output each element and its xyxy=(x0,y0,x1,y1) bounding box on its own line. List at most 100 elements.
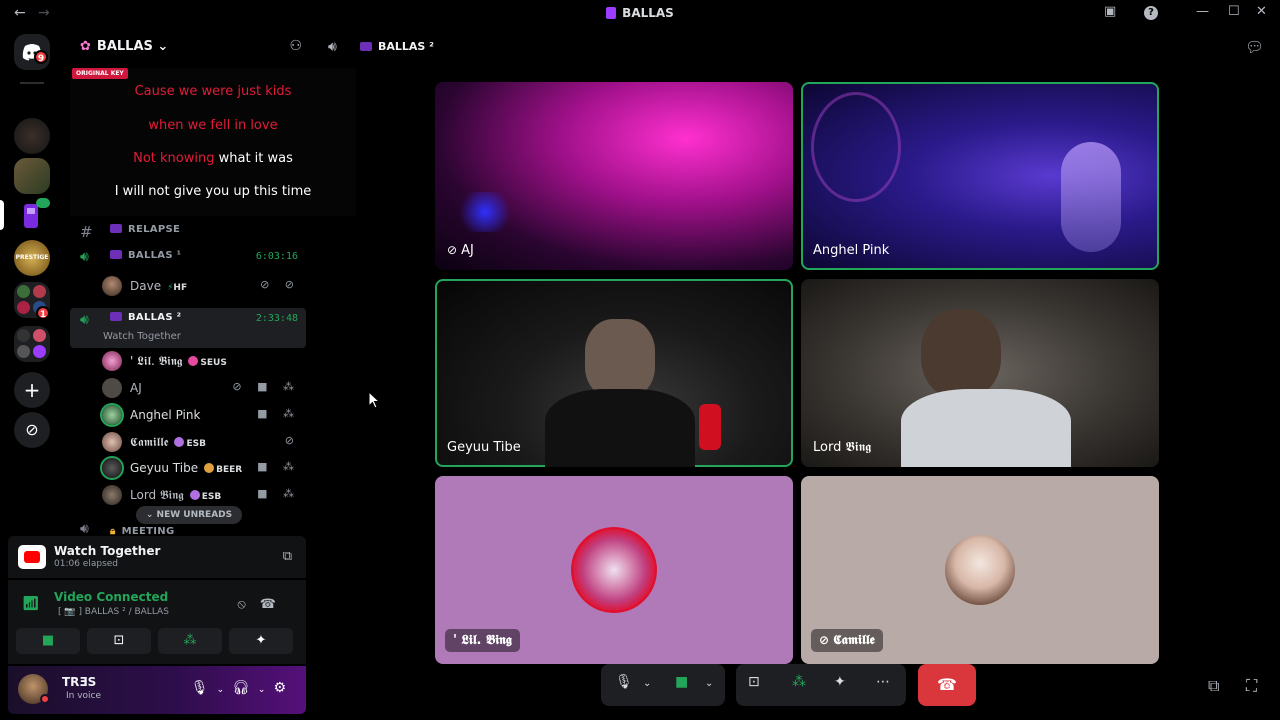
discover-button[interactable]: ⊘ xyxy=(14,412,50,448)
activity-elapsed: 01:06 elapsed xyxy=(54,559,119,569)
selected-server-pill xyxy=(0,200,4,230)
mic-icon: 🎙︎ xyxy=(190,680,217,696)
voice-user-camille[interactable]: 𝕮𝖆𝖒𝖎𝖑𝖑𝖊 ESB ⊘ xyxy=(102,430,306,454)
voice-user-name: Lord 𝕭𝖎𝖓𝖌 ESB xyxy=(130,488,222,502)
channel-timer: 6:03:16 xyxy=(255,251,298,262)
new-unreads-button[interactable]: ⌄ NEW UNREADS xyxy=(136,506,242,524)
fullscreen-icon[interactable]: ⛶ xyxy=(1246,676,1257,696)
original-key-tag: ORIGINAL KEY xyxy=(72,68,128,79)
lock-icon: 🔒︎ xyxy=(110,526,116,536)
chat-bubble-icon[interactable]: 💬︎ xyxy=(1245,38,1264,56)
server-name[interactable]: ✿ BALLAS ⌄ xyxy=(80,39,168,54)
chevron-down-icon[interactable]: ⌄ xyxy=(643,678,651,689)
voice-user-anghel-pink[interactable]: Anghel Pink ■ ⁂ xyxy=(102,403,306,427)
more-options-button[interactable]: ⋯ xyxy=(876,674,890,690)
chevron-down-icon: ⌄ xyxy=(216,685,233,695)
video-tile-aj[interactable]: ⊘ AJ xyxy=(435,82,793,270)
disconnect-button[interactable]: ☎ xyxy=(918,664,976,706)
camera-button[interactable]: ■ xyxy=(16,628,80,654)
user-tag: ⚡HF xyxy=(167,283,188,293)
channel-timer: 2:33:48 xyxy=(255,313,298,324)
server-header[interactable]: ✿ BALLAS ⌄ ⚇ xyxy=(64,26,312,68)
server-avatar-2[interactable] xyxy=(14,158,50,194)
inbox-icon[interactable]: ▣ xyxy=(1104,4,1116,19)
close-button[interactable]: ✕ xyxy=(1256,4,1267,19)
lyric-line-3-highlight: Not knowing xyxy=(133,151,215,166)
add-server-button[interactable]: + xyxy=(14,372,50,408)
status-icons: ⊘ xyxy=(284,434,300,447)
user-status: In voice xyxy=(66,691,102,701)
activity-title: Watch Together xyxy=(54,544,161,558)
mic-button[interactable]: 🎙︎ xyxy=(615,674,633,690)
user-tag: BEER xyxy=(204,463,242,475)
avatar xyxy=(102,458,122,478)
connection-location[interactable]: [ 📷 ] BALLAS ² / BALLAS xyxy=(58,607,169,617)
video-tile-lord-bing[interactable]: Lord 𝕭𝖎𝖓𝖌 xyxy=(801,279,1159,467)
channel-ballas-1[interactable]: 🔊︎ BALLAS ¹ 6:03:16 xyxy=(70,246,306,270)
youtube-icon xyxy=(18,545,46,569)
soundboard-button[interactable]: ✦ xyxy=(834,674,846,690)
hangup-icon: ☎ xyxy=(937,675,957,694)
voice-user-aj[interactable]: AJ ⊘ ■ ⁂ xyxy=(102,376,306,400)
minimize-button[interactable]: — xyxy=(1196,4,1209,19)
dm-badge: 9 xyxy=(34,50,48,64)
channel-relapse[interactable]: # RELAPSE xyxy=(70,220,306,244)
signal-icon: 📶︎ xyxy=(22,596,40,612)
voice-connection-panel: 📶︎ Video Connected [ 📷 ] BALLAS ² / BALL… xyxy=(8,580,306,664)
video-tile-geyuu-tibe[interactable]: Geyuu Tibe xyxy=(435,279,793,467)
channel-name: RELAPSE xyxy=(110,224,180,235)
channel-ballas-2[interactable]: 🔊︎ BALLAS ² 2:33:48 Watch Together xyxy=(70,308,306,348)
activity-panel[interactable]: Watch Together 01:06 elapsed ⧉ xyxy=(8,536,306,578)
channel-name: BALLAS ¹ xyxy=(110,250,181,261)
voice-user-lord-bing[interactable]: Lord 𝕭𝖎𝖓𝖌 ESB ■ ⁂ xyxy=(102,483,306,507)
screen-share-icon: ⊡ xyxy=(113,633,125,648)
server-folder-2[interactable] xyxy=(14,326,50,362)
invite-people-icon[interactable]: ⚇ xyxy=(289,38,302,54)
chevron-down-icon: ⌄ xyxy=(257,685,274,695)
speaker-icon: 🔊︎ xyxy=(80,521,89,536)
participant-avatar xyxy=(945,535,1015,605)
title-bar: ← → BALLAS ▣ ? — ☐ ✕ xyxy=(0,0,1280,26)
speaker-icon: 🔊︎ xyxy=(328,39,337,55)
voice-user-name: Dave ⚡HF xyxy=(130,279,188,293)
camera-emoji-icon xyxy=(110,312,122,321)
channel-name: BALLAS ² xyxy=(110,312,181,323)
server-prestige[interactable]: PRESTIGE xyxy=(14,240,50,276)
camera-button[interactable]: ■ xyxy=(675,674,688,690)
chevron-down-icon[interactable]: ⌄ xyxy=(705,678,713,689)
speaker-icon: 🔊︎ xyxy=(80,249,89,265)
activity-button[interactable]: ⁂ xyxy=(158,628,222,654)
connection-status[interactable]: Video Connected xyxy=(54,590,168,604)
voice-user-lil-bing[interactable]: ' 𝕷𝖎𝖑. 𝕭𝖎𝖓𝖌 SEUS xyxy=(102,349,306,373)
server-avatar-1[interactable] xyxy=(14,118,50,154)
soundboard-button[interactable]: ✦ xyxy=(229,628,293,654)
avatar xyxy=(102,405,122,425)
user-name[interactable]: TRƎS xyxy=(62,675,96,689)
screen-share-button[interactable]: ⊡ xyxy=(748,674,760,690)
activity-button[interactable]: ⁂ xyxy=(792,674,806,690)
camera-emoji-icon xyxy=(360,42,372,51)
popout-icon[interactable]: ⧉ xyxy=(283,549,292,564)
channel-sidebar: ✿ BALLAS ⌄ ⚇ ORIGINAL KEY Cause we were j… xyxy=(64,26,356,536)
user-tag: ESB xyxy=(174,437,206,449)
voice-user-name: AJ xyxy=(130,381,142,395)
voice-user-dave[interactable]: Dave ⚡HF ⊘ ⊘ xyxy=(102,274,306,298)
avatar xyxy=(102,378,122,398)
flower-icon: ✿ xyxy=(80,39,91,54)
popout-icon[interactable]: ⧉ xyxy=(1208,676,1219,696)
participant-name: ⊘ AJ xyxy=(447,243,474,258)
server-icon xyxy=(606,7,617,19)
help-icon[interactable]: ? xyxy=(1144,6,1158,20)
user-controls[interactable]: 🎙︎⌄🎧︎⌄⚙︎ xyxy=(191,680,294,696)
voice-user-geyuu-tibe[interactable]: Geyuu Tibe BEER ■ ⁂ xyxy=(102,456,306,480)
noise-and-disconnect-icons[interactable]: ⦸☎ xyxy=(237,597,290,612)
maximize-button[interactable]: ☐ xyxy=(1228,4,1240,19)
voice-activity-icon xyxy=(36,198,50,208)
dnd-status-icon xyxy=(40,694,50,704)
screen-share-button[interactable]: ⊡ xyxy=(87,628,151,654)
video-tile-camille[interactable]: ⊘ 𝕮𝖆𝖒𝖎𝖑𝖑𝖊 xyxy=(801,476,1159,664)
lyric-line-4: I will not give you up this time xyxy=(114,184,312,199)
video-tile-anghel-pink[interactable]: Anghel Pink xyxy=(801,82,1159,270)
window-title-text: BALLAS xyxy=(622,6,674,20)
video-tile-lil-bing[interactable]: ' 𝕷𝖎𝖑. 𝕭𝖎𝖓𝖌 xyxy=(435,476,793,664)
